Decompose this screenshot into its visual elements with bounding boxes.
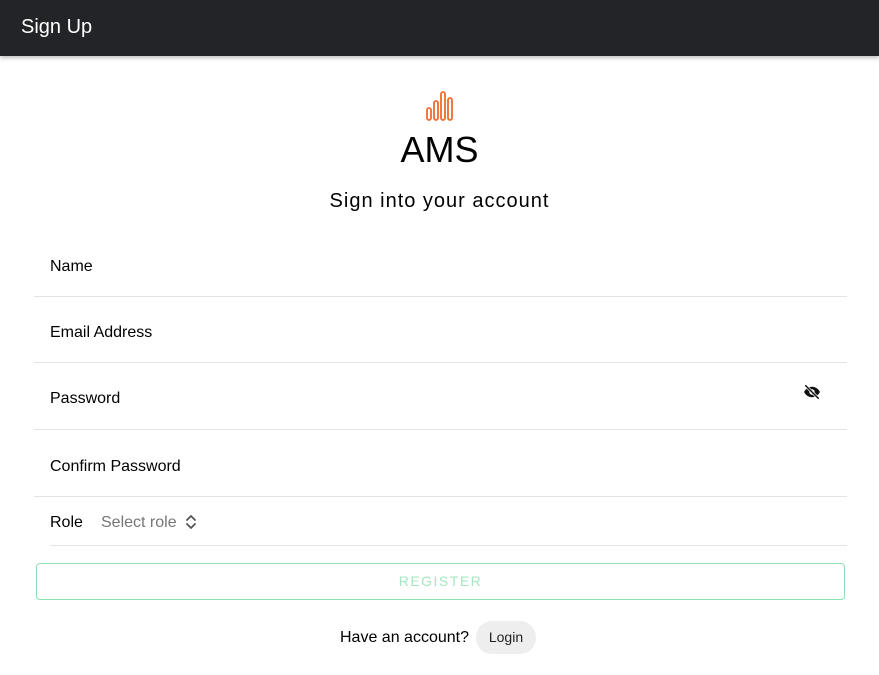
email-field[interactable]: Email Address [34, 297, 847, 363]
app-name: AMS [400, 129, 479, 170]
name-label: Name [50, 258, 93, 275]
password-input[interactable] [34, 363, 847, 429]
chevron-up-down-icon[interactable] [185, 514, 197, 530]
name-field[interactable]: Name [34, 230, 847, 297]
confirm-password-field[interactable]: Confirm Password [34, 430, 847, 497]
toolbar-title: Sign Up [21, 16, 93, 38]
role-field: Role Select role [50, 497, 847, 546]
role-label: Role [50, 514, 83, 531]
bar-chart-icon [426, 91, 453, 121]
password-field[interactable]: Password [34, 363, 847, 430]
top-toolbar: Sign Up [0, 0, 879, 56]
register-button[interactable]: REGISTER [36, 563, 845, 600]
page-subtitle: Sign into your account [329, 190, 550, 212]
login-button[interactable]: Login [476, 621, 536, 654]
have-account-text: Have an account? [340, 629, 469, 646]
email-label: Email Address [50, 324, 153, 341]
email-input[interactable] [34, 297, 847, 362]
name-input[interactable] [34, 230, 847, 296]
role-select[interactable]: Select role [101, 513, 177, 533]
eye-off-icon[interactable] [803, 383, 821, 401]
password-label: Password [50, 390, 121, 407]
confirm-password-label: Confirm Password [50, 458, 181, 475]
